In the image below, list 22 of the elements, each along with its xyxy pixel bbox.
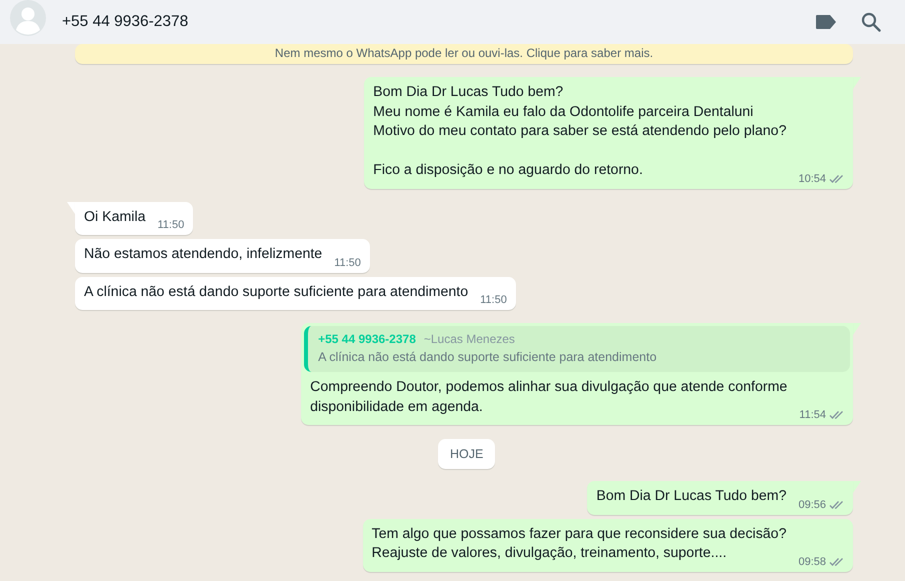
quote-text: A clínica não está dando suporte suficiente para atendimento — [318, 350, 658, 364]
message-time: 11:50 — [334, 256, 361, 268]
encryption-notice[interactable]: Nem mesmo o WhatsApp pode ler ou ouvi-las. Clique para saber mais. — [75, 44, 853, 64]
message-text: A clínica não está dando suporte suficiente para atendimento — [84, 282, 468, 302]
message-text: Compreendo Doutor, podemos alinhar sua divulgação que atende conforme disponibilidade em agenda. — [310, 378, 788, 416]
message-text: Bom Dia Dr Lucas Tudo bem? Meu nome é Kamila eu falo da Odontolife parceira Dentaluni Motivo do meu contato para saber se está atendendo pelo plano? Fico a disposição e no aguardo do retorno. — [373, 83, 786, 180]
message-time: 09:56 — [798, 498, 826, 510]
message-text: Bom Dia Dr Lucas Tudo bem? — [596, 487, 786, 506]
message-text: Oi Kamila — [84, 208, 146, 226]
message-text: Não estamos atendendo, infelizmente — [84, 245, 322, 264]
message-time: 11:50 — [158, 219, 184, 231]
quoted-message[interactable]: +55 44 9936-2378 ~Lucas Menezes A clínica não está dando suporte suficiente para atendimento — [304, 326, 850, 372]
quote-author: ~Lucas Menezes — [424, 332, 515, 346]
message-time: 11:54 — [799, 409, 826, 421]
message-text: Tem algo que possamos fazer para que reconsidere sua decisão? Reajuste de valores, divulgação, treinamento, suporte.... — [372, 524, 786, 563]
quote-sender: +55 44 9936-2378 — [318, 332, 416, 346]
message-time: 11:50 — [480, 294, 507, 306]
message-time: 09:58 — [798, 556, 826, 568]
search-icon[interactable] — [861, 12, 881, 32]
date-chip: HOJE — [438, 439, 496, 469]
label-icon[interactable] — [815, 14, 837, 30]
message-time: 10:54 — [798, 172, 826, 184]
